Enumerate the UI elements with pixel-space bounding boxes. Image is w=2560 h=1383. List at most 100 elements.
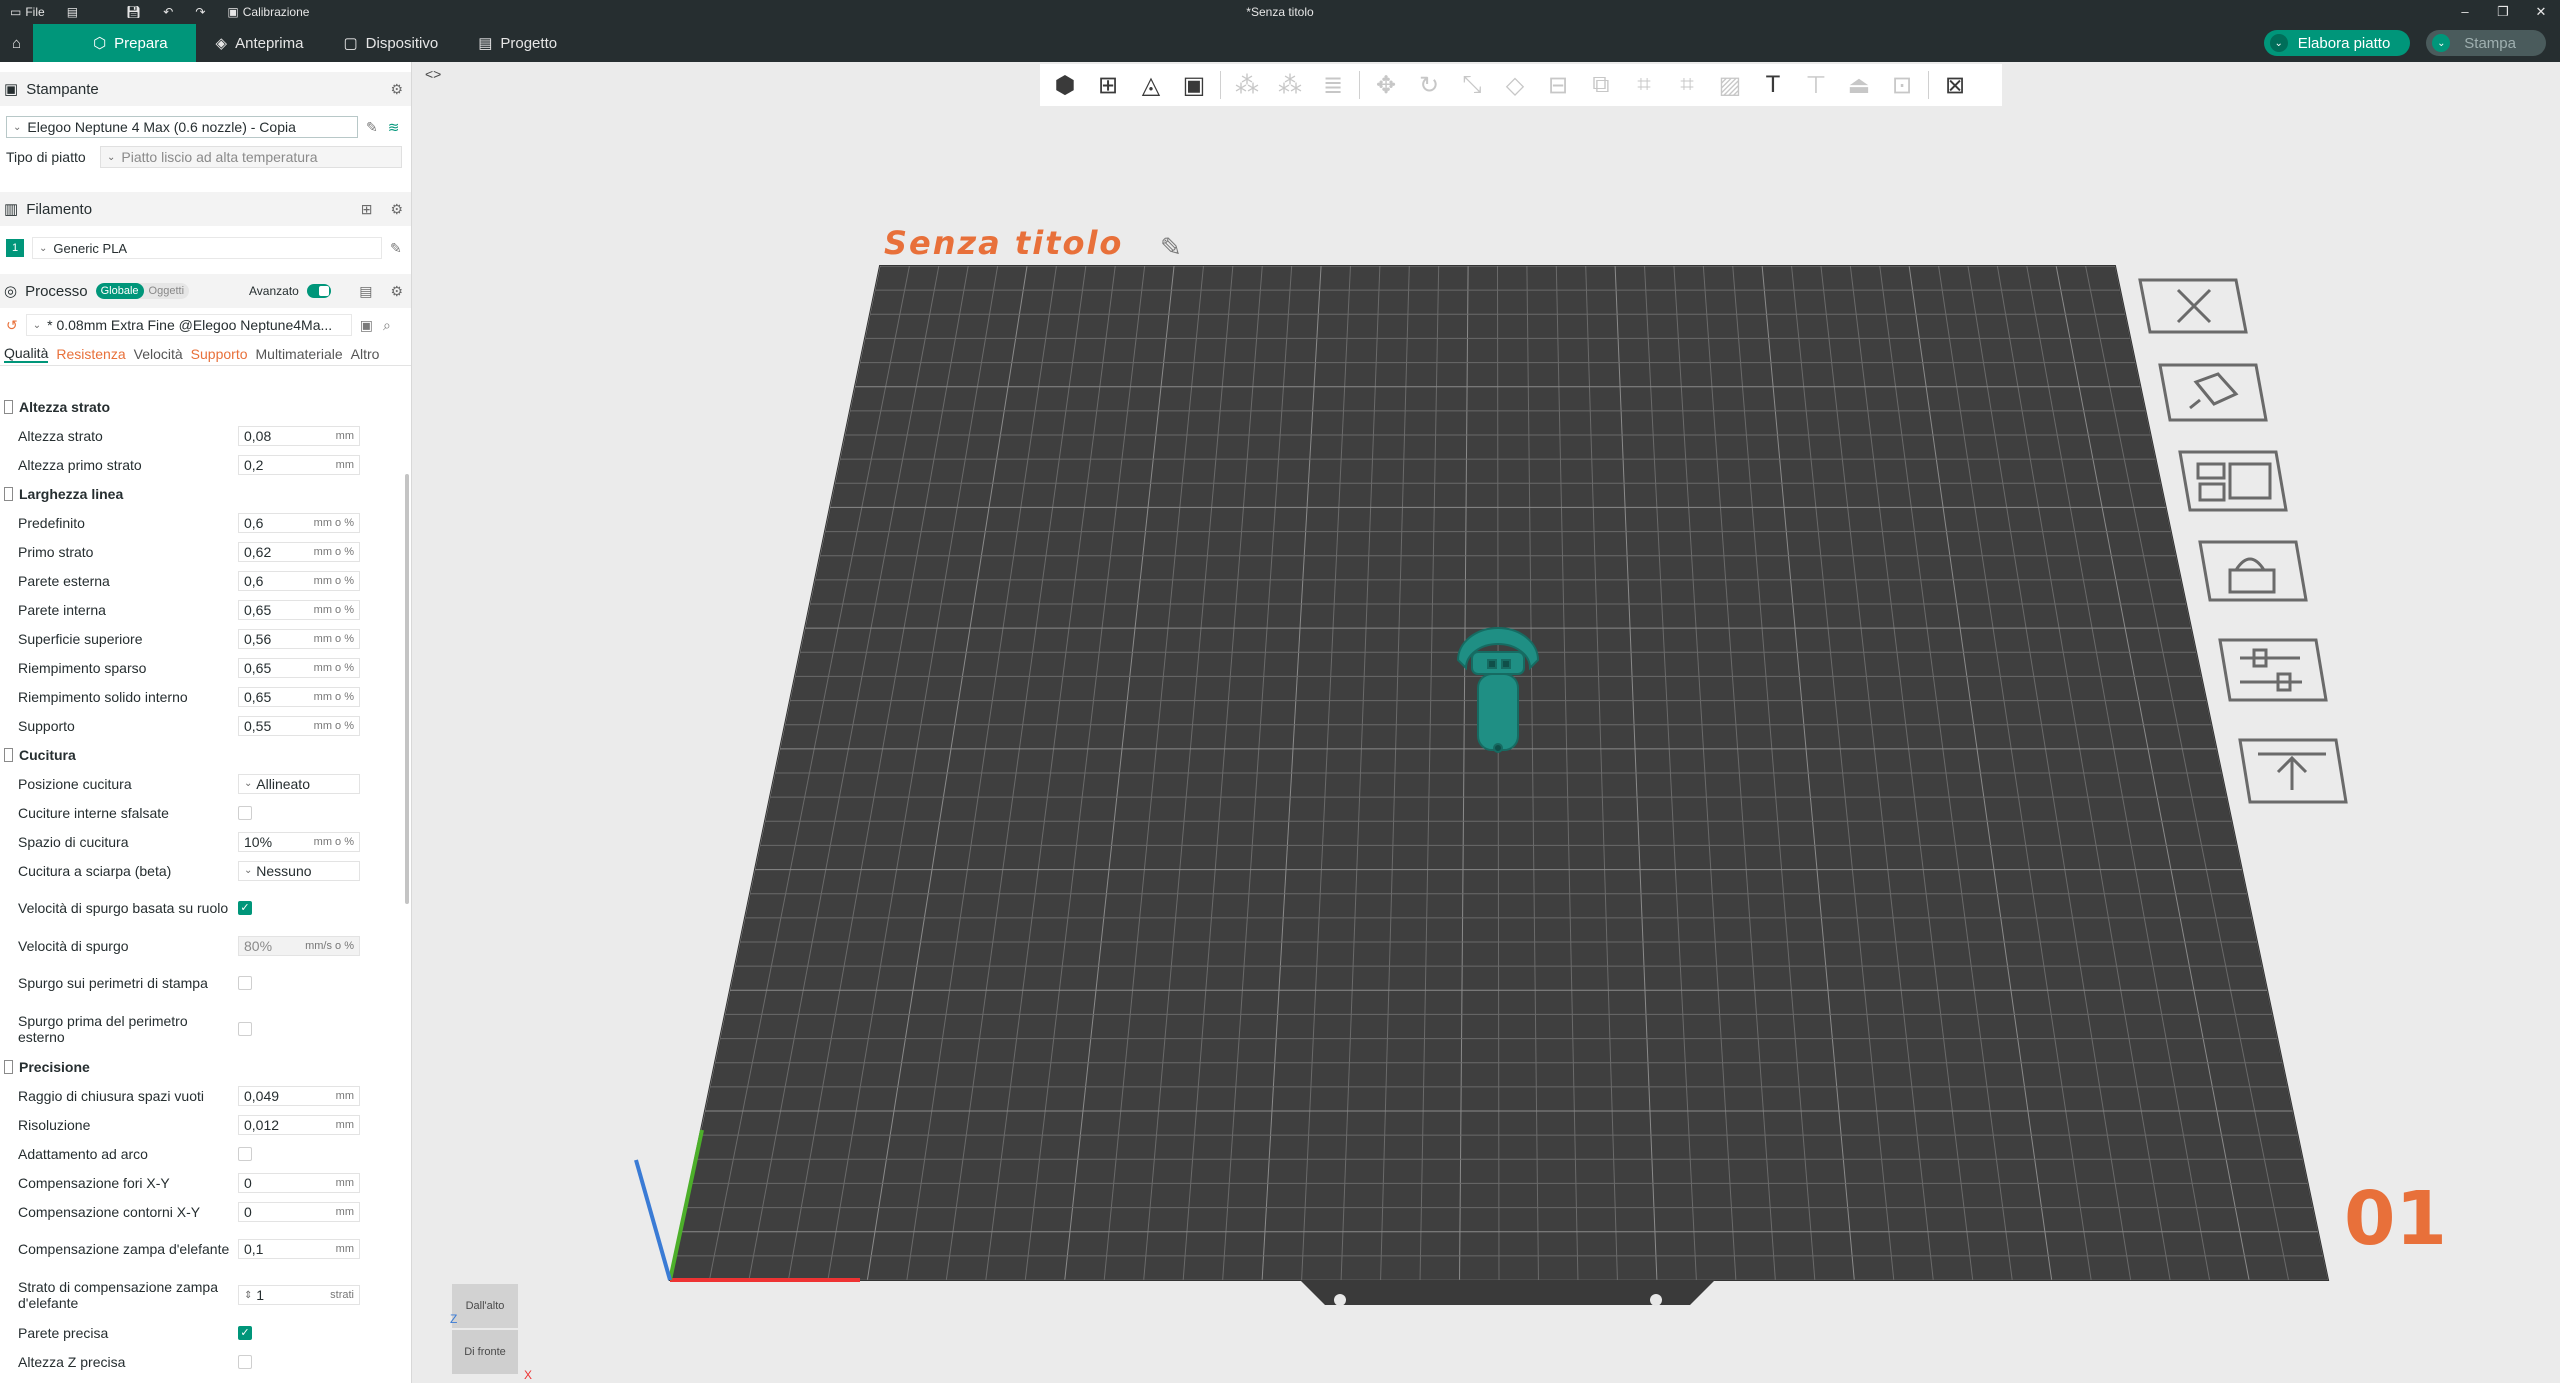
staggered-seams-checkbox[interactable]	[238, 805, 252, 820]
param-input[interactable]: 80% mm/s o %	[238, 935, 360, 956]
search-icon[interactable]: ⌕	[383, 317, 391, 334]
scope-objects[interactable]: Oggetti	[144, 283, 189, 299]
arrange-plate-icon[interactable]	[2178, 450, 2288, 512]
redo-icon[interactable]: ↷	[195, 5, 205, 19]
plate-settings-icon[interactable]	[2218, 638, 2328, 702]
tab-other[interactable]: Altro	[351, 346, 380, 362]
calibration-menu[interactable]: ▣ Calibrazione	[227, 5, 309, 19]
param-input[interactable]: 0,65 mm o %	[238, 686, 360, 707]
chevron-down-icon[interactable]: ⌄	[2432, 34, 2451, 52]
filament-select[interactable]: ⌄ Generic PLA	[32, 237, 382, 259]
delete-plate-icon[interactable]	[2138, 278, 2248, 334]
lock-plate-icon[interactable]	[2198, 540, 2308, 602]
edit-plate-name-icon[interactable]: ✎	[1160, 232, 1182, 263]
plate-type-select[interactable]: ⌄ Piatto liscio ad alta temperatura	[100, 146, 402, 168]
split-parts-icon[interactable]: ⁂	[1273, 68, 1307, 102]
compare-icon[interactable]: ▤	[359, 283, 372, 300]
file-menu[interactable]: ▭ File	[10, 5, 45, 19]
sidebar-scrollbar[interactable]	[405, 474, 409, 904]
boolean-icon[interactable]: ⧉	[1584, 68, 1618, 102]
tab-device[interactable]: ▢ Dispositivo	[323, 24, 458, 62]
settings-sliders-icon[interactable]: ⚙	[390, 201, 403, 218]
param-input[interactable]: 0,08 mm	[238, 425, 360, 446]
tab-support[interactable]: Supporto	[191, 346, 248, 362]
scarf-seam-select[interactable]: ⌄ Nessuno	[238, 860, 360, 881]
scope-global[interactable]: Globale	[95, 283, 144, 299]
edit-icon[interactable]: ✎	[366, 119, 378, 136]
seam-paint-icon[interactable]: ⌗	[1670, 68, 1704, 102]
slice-plate-button[interactable]: ⌄ Elabora piatto	[2263, 30, 2411, 56]
param-input[interactable]: 0,1 mm	[238, 1239, 360, 1259]
filament-section-header[interactable]: ▥ Filamento ⊞ ⚙	[0, 192, 411, 226]
param-input[interactable]: 0 mm	[238, 1172, 360, 1193]
collapse-sidebar-icon[interactable]: <>	[425, 66, 441, 82]
add-object-icon[interactable]: ⬢	[1048, 68, 1082, 102]
stepper-icon[interactable]: ⇕	[244, 1290, 252, 1301]
undo-icon[interactable]: ↶	[163, 5, 173, 19]
process-preset-select[interactable]: ⌄ * 0.08mm Extra Fine @Elegoo Neptune4Ma…	[25, 314, 352, 336]
settings-sliders-icon[interactable]: ⚙	[390, 283, 403, 300]
document-icon[interactable]: ▤	[67, 5, 78, 19]
save-icon[interactable]: 💾︎	[126, 5, 141, 19]
filament-slot-badge[interactable]: 1	[6, 239, 24, 257]
param-input[interactable]: 0,2 mm	[238, 454, 360, 475]
view-layout-icon[interactable]: ⊠	[1938, 68, 1972, 102]
add-filament-icon[interactable]: ⊞	[361, 201, 373, 218]
plate-name[interactable]: Senza titolo	[884, 224, 1123, 262]
save-preset-icon[interactable]: ▣	[360, 317, 373, 334]
role-based-wipe-checkbox[interactable]: ✓	[238, 901, 252, 915]
arc-fitting-checkbox[interactable]	[238, 1146, 252, 1161]
param-input[interactable]: 0,65 mm o %	[238, 657, 360, 678]
precise-z-checkbox[interactable]	[238, 1354, 252, 1369]
tab-speed[interactable]: Velocità	[134, 346, 183, 362]
param-input[interactable]: 0,56 mm o %	[238, 628, 360, 649]
param-input[interactable]: 10% mm o %	[238, 831, 360, 852]
param-input[interactable]: 0,6 mm o %	[238, 512, 360, 533]
view-top-face[interactable]: Dall'alto	[452, 1284, 518, 1328]
wifi-icon[interactable]: ≋	[388, 119, 400, 136]
param-input[interactable]: 0 mm	[238, 1201, 360, 1222]
home-tab[interactable]: ⌂	[0, 24, 33, 62]
tab-multimaterial[interactable]: Multimateriale	[256, 346, 343, 362]
rotate-icon[interactable]: ↻	[1412, 68, 1446, 102]
close-icon[interactable]: ✕	[2522, 0, 2560, 24]
layers-icon[interactable]: ≣	[1316, 68, 1350, 102]
add-plate-icon[interactable]: ⊞	[1091, 68, 1125, 102]
tab-strength[interactable]: Resistenza	[56, 346, 125, 362]
reset-icon[interactable]: ↺	[6, 317, 18, 334]
assembly-icon[interactable]: ⏏	[1842, 68, 1876, 102]
move-icon[interactable]: ✥	[1369, 68, 1403, 102]
arrange-icon[interactable]: ▣	[1177, 68, 1211, 102]
param-input[interactable]: 0,049 mm	[238, 1085, 360, 1106]
tab-quality[interactable]: Qualità	[4, 345, 49, 363]
maximize-icon[interactable]: ❐	[2484, 0, 2522, 24]
chevron-down-icon[interactable]: ⌄	[2269, 34, 2288, 52]
brim-ears-icon[interactable]: ⊡	[1885, 68, 1919, 102]
printer-select[interactable]: ⌄ Elegoo Neptune 4 Max (0.6 nozzle) - Co…	[6, 116, 358, 138]
scale-icon[interactable]: ⤡	[1455, 68, 1489, 102]
lay-on-face-icon[interactable]: ◇	[1498, 68, 1532, 102]
param-input[interactable]: 0,62 mm o %	[238, 541, 360, 562]
auto-orient-plate-icon[interactable]	[2158, 363, 2268, 422]
edit-icon[interactable]: ✎	[390, 240, 402, 257]
print-button[interactable]: ⌄ Stampa	[2426, 30, 2546, 56]
auto-orient-icon[interactable]: ◬	[1134, 68, 1168, 102]
elephant-layers-stepper[interactable]: ⇕ 1 strati	[238, 1285, 360, 1305]
settings-sliders-icon[interactable]: ⚙	[390, 81, 403, 98]
split-objects-icon[interactable]: ⁂	[1230, 68, 1264, 102]
view-front-face[interactable]: Di fronte	[452, 1330, 518, 1374]
view-cube[interactable]: Dall'alto Di fronte	[452, 1284, 518, 1380]
param-input[interactable]: 0,55 mm o %	[238, 715, 360, 736]
cut-icon[interactable]: ⊟	[1541, 68, 1575, 102]
param-input[interactable]: 0,012 mm	[238, 1114, 360, 1135]
measure-icon[interactable]: ⊤	[1799, 68, 1833, 102]
tab-project[interactable]: ▤ Progetto	[458, 24, 577, 62]
support-paint-icon[interactable]: ⌗	[1627, 68, 1661, 102]
minimize-icon[interactable]: –	[2446, 0, 2484, 24]
text-tool-icon[interactable]: T	[1756, 68, 1790, 102]
process-scope-switch[interactable]: Globale Oggetti	[95, 283, 190, 299]
param-input[interactable]: 0,6 mm o %	[238, 570, 360, 591]
seam-position-select[interactable]: ⌄ Allineato	[238, 773, 360, 794]
move-to-top-icon[interactable]	[2238, 738, 2348, 804]
wipe-before-external-checkbox[interactable]	[238, 1022, 252, 1036]
